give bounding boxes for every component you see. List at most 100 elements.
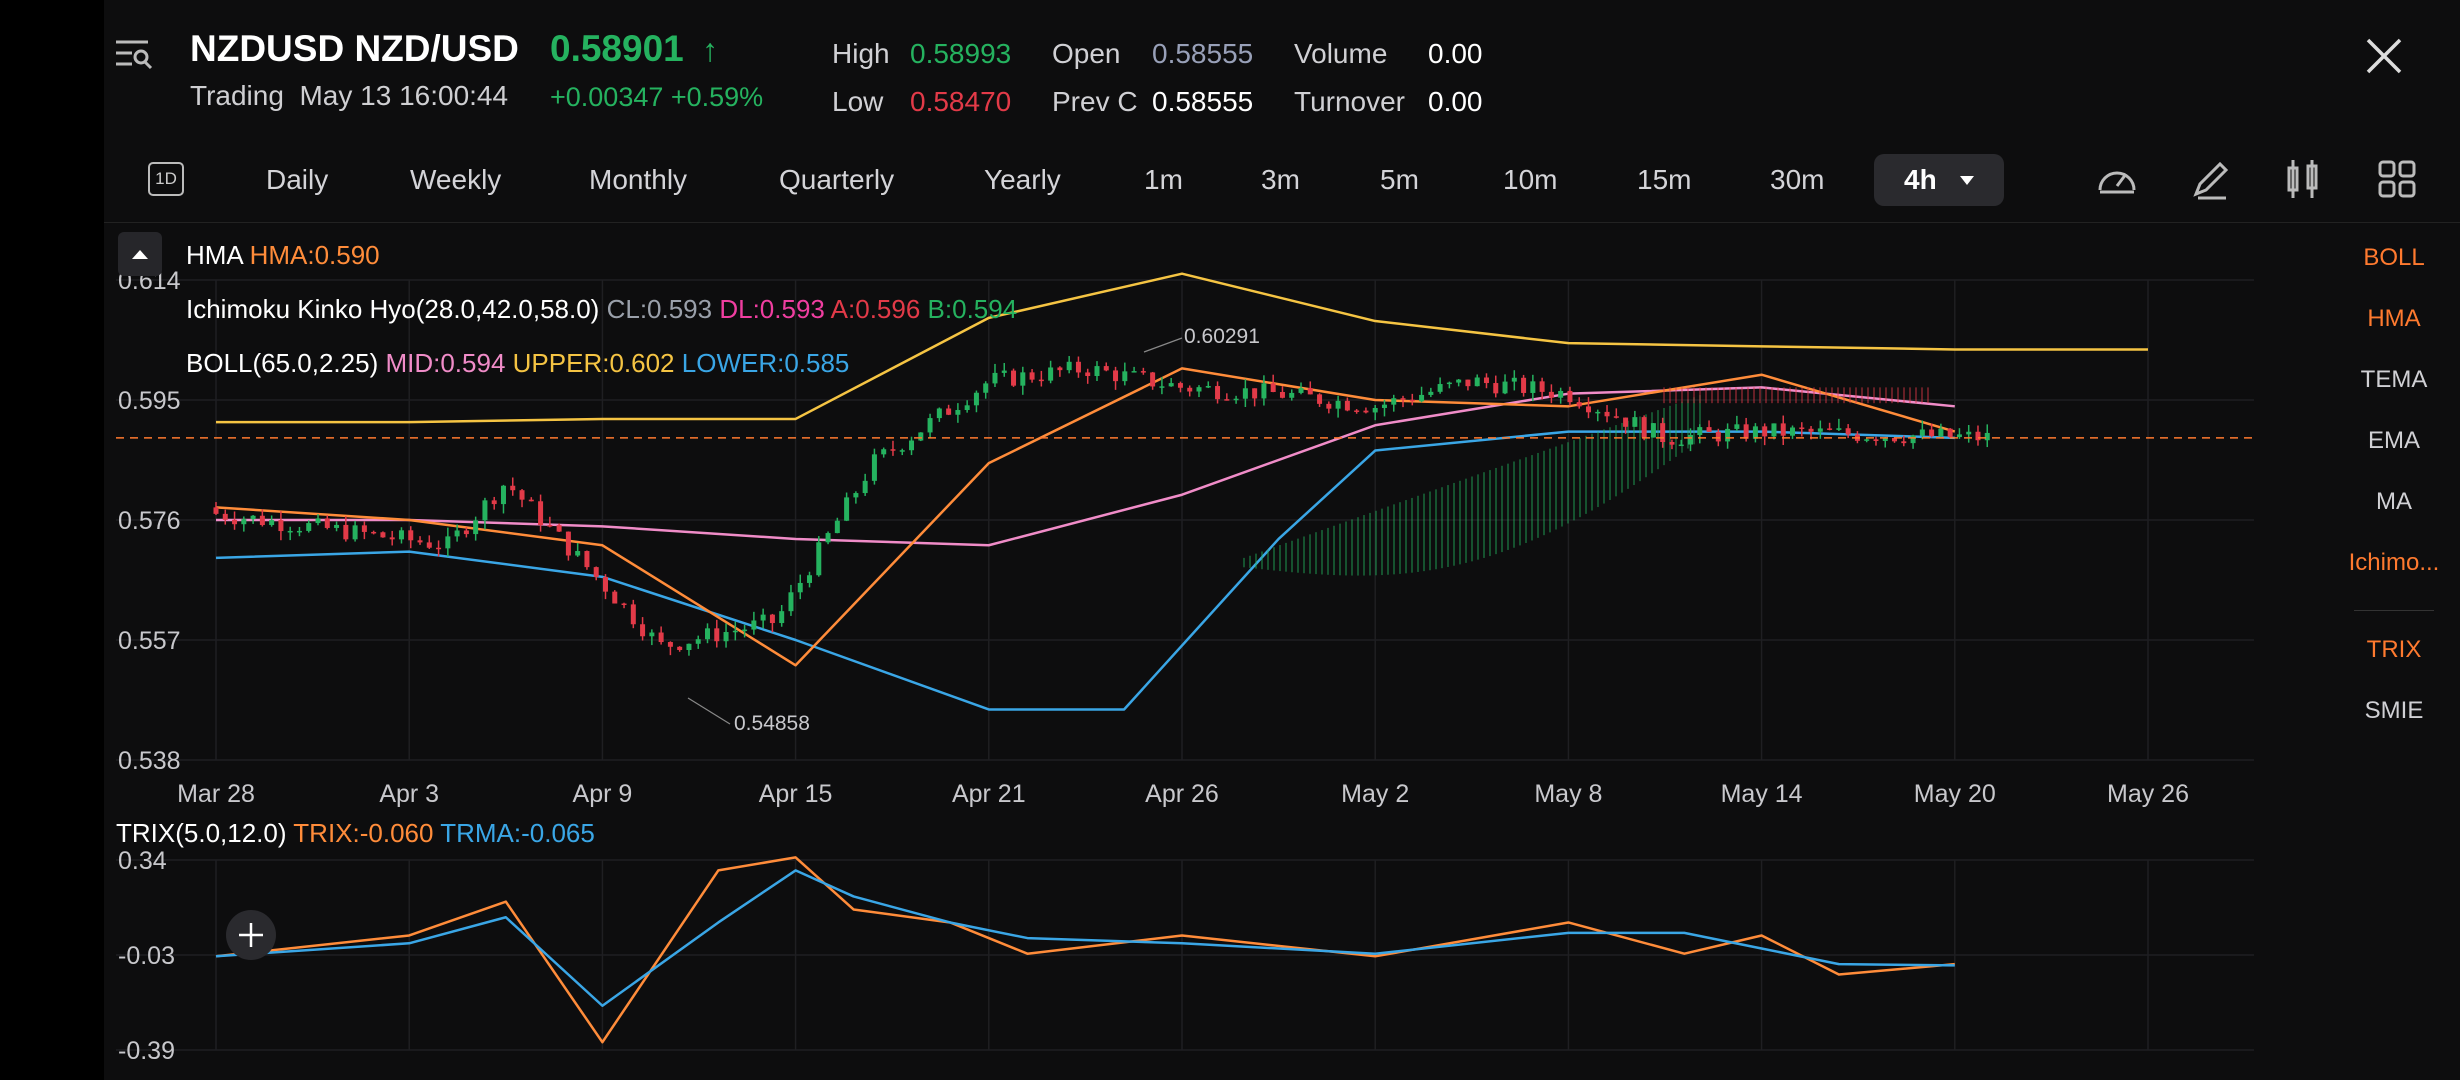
side-divider <box>2354 610 2434 611</box>
candle-body <box>1103 366 1109 371</box>
side-ema[interactable]: EMA <box>2334 427 2454 455</box>
candle-body <box>1335 400 1341 409</box>
menu-search-icon[interactable] <box>114 36 154 72</box>
candle-body <box>649 632 655 637</box>
candle-body <box>1836 428 1842 430</box>
candle-body <box>1984 432 1990 441</box>
high-value: 0.58993 <box>910 38 1012 69</box>
side-boll[interactable]: BOLL <box>2334 244 2454 272</box>
candle-body <box>1762 426 1768 437</box>
candle-body <box>1827 428 1833 430</box>
candle-body <box>1585 406 1591 413</box>
side-hma[interactable]: HMA <box>2334 305 2454 333</box>
candle-body <box>454 530 460 537</box>
candle-body <box>964 405 970 411</box>
candle-body <box>1483 377 1489 384</box>
tab-1m[interactable]: 1m <box>1144 164 1183 196</box>
candle-body <box>955 410 961 415</box>
candle-body <box>677 646 683 651</box>
candle-body <box>1715 431 1721 442</box>
candle-body <box>575 551 581 556</box>
candle-body <box>528 499 534 502</box>
candle-body <box>899 450 905 452</box>
candle-body <box>1270 383 1276 393</box>
candle-body <box>1409 399 1415 402</box>
candle-body <box>491 500 497 505</box>
candle-body <box>1678 444 1684 447</box>
series-line <box>215 869 1955 1008</box>
side-tema[interactable]: TEMA <box>2334 366 2454 394</box>
candle-body <box>1929 429 1935 437</box>
close-icon[interactable] <box>2364 36 2404 76</box>
chevron-down-icon <box>1960 176 1974 185</box>
chevron-up-icon <box>132 250 148 259</box>
candlestick-icon[interactable] <box>2280 156 2326 202</box>
candle-body <box>1660 423 1666 443</box>
speedometer-icon[interactable] <box>2094 156 2140 202</box>
candle-body <box>612 591 618 604</box>
candle-body <box>779 611 785 624</box>
last-price: 0.58901 <box>550 28 684 69</box>
candle-body <box>1493 383 1499 394</box>
candle-body <box>1419 394 1425 402</box>
tab-10m[interactable]: 10m <box>1503 164 1557 196</box>
candle-body <box>1641 417 1647 438</box>
candle-body <box>389 537 395 540</box>
candle-body <box>844 497 850 521</box>
candle-body <box>1150 372 1156 387</box>
trix-chart[interactable]: 0.34 -0.03 -0.39 <box>104 818 2304 1080</box>
tab-quarterly[interactable]: Quarterly <box>779 164 894 196</box>
candle-body <box>983 383 989 393</box>
candle-body <box>1725 428 1731 442</box>
candle-body <box>1326 403 1332 409</box>
candle-body <box>361 525 367 532</box>
tab-15m[interactable]: 15m <box>1637 164 1691 196</box>
grid-icon[interactable] <box>2374 156 2420 202</box>
candle-body <box>315 518 321 524</box>
pencil-icon[interactable] <box>2188 156 2234 202</box>
candle-body <box>398 530 404 540</box>
candle-body <box>1085 372 1091 377</box>
x-tick-label: May 2 <box>1341 780 1409 808</box>
series-line <box>215 856 1955 1044</box>
side-trix[interactable]: TRIX <box>2334 636 2454 664</box>
tab-30m[interactable]: 30m <box>1770 164 1824 196</box>
trading-status: Trading May 13 16:00:44 <box>190 80 509 111</box>
candle-body <box>881 449 887 455</box>
candle-body <box>602 576 608 592</box>
candle-body <box>445 536 451 549</box>
candle-body <box>946 408 952 415</box>
prevc-label: Prev C <box>1052 86 1138 117</box>
candle-body <box>890 449 896 451</box>
side-ma[interactable]: MA <box>2334 488 2454 516</box>
tab-monthly[interactable]: Monthly <box>589 164 687 196</box>
candle-body <box>816 542 822 576</box>
tab-yearly[interactable]: Yearly <box>984 164 1061 196</box>
candle-body <box>640 624 646 637</box>
candle-body <box>1910 435 1916 444</box>
tab-4h[interactable]: 4h <box>1874 154 2004 206</box>
y-tick-label: 0.538 <box>118 747 181 775</box>
tab-3m[interactable]: 3m <box>1261 164 1300 196</box>
candle-body <box>1623 417 1629 427</box>
candle-body <box>723 632 729 642</box>
candle-body <box>352 525 358 540</box>
timeframe-1d-icon[interactable]: 1D <box>148 162 184 196</box>
tab-5m[interactable]: 5m <box>1380 164 1419 196</box>
candle-body <box>760 614 766 621</box>
candle-body <box>1706 427 1712 432</box>
candle-body <box>1354 410 1360 412</box>
y-tick-label: -0.03 <box>118 942 175 970</box>
y-tick-label: 0.576 <box>118 507 181 535</box>
side-smie[interactable]: SMIE <box>2334 697 2454 725</box>
tab-weekly[interactable]: Weekly <box>410 164 501 196</box>
side-ichimoku[interactable]: Ichimo... <box>2334 549 2454 577</box>
candle-body <box>1539 381 1545 392</box>
collapse-button[interactable] <box>118 232 162 276</box>
candle-body <box>667 642 673 647</box>
candle-body <box>630 604 636 625</box>
tab-daily[interactable]: Daily <box>266 164 328 196</box>
candle-body <box>287 530 293 533</box>
crosshair-button[interactable] <box>226 910 276 960</box>
x-tick-label: Apr 21 <box>952 780 1026 808</box>
